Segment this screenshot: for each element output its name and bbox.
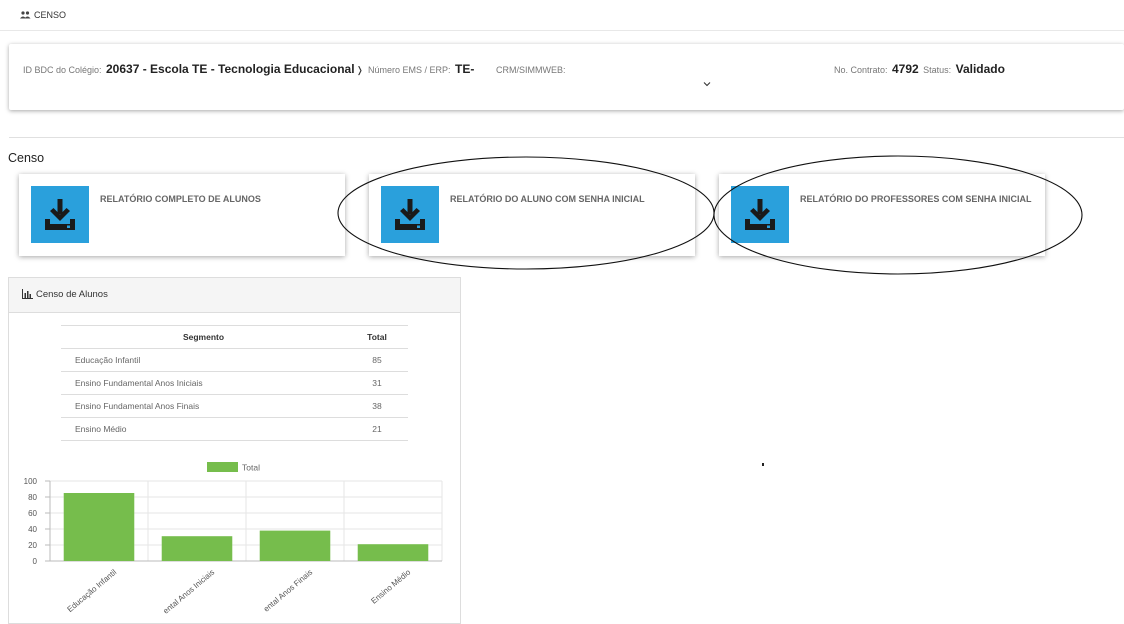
census-table: Segmento Total Educação Infantil 85 Ensi… (61, 325, 408, 441)
table-header-row: Segmento Total (61, 325, 408, 349)
table-cell-segment: Ensino Fundamental Anos Finais (61, 394, 346, 418)
ems-value: TE- (454, 62, 475, 76)
contract-value: 4792 (891, 62, 919, 76)
census-bar-chart: Total 0 20 40 60 80 100 Educação Infantil ental … (24, 462, 443, 616)
table-row: Ensino Fundamental Anos Iniciais 31 (61, 371, 408, 395)
table-cell-segment: Educação Infantil (61, 348, 346, 372)
x-tick-label: Educação Infantil (65, 567, 118, 613)
crm-label: CRM/SIMMWEB: (496, 65, 566, 75)
report-tile-label: RELATÓRIO DO PROFESSORES COM SENHA INICI… (800, 194, 1032, 204)
school-id: ID BDC do Colégio: 20637 - Escola TE - T… (23, 60, 355, 78)
table-cell-segment: Ensino Médio (61, 417, 346, 441)
report-tile-label: RELATÓRIO DO ALUNO COM SENHA INICIAL (450, 194, 645, 204)
download-icon[interactable] (731, 186, 789, 243)
contract-label: No. Contrato: (834, 65, 888, 75)
table-header-total: Total (346, 325, 408, 349)
table-cell-total: 85 (346, 348, 408, 372)
panel-title: Censo de Alunos (36, 289, 108, 300)
x-tick-label: ental Anos Finais (262, 568, 314, 614)
download-icon[interactable] (31, 186, 89, 243)
school-id-value: 20637 - Escola TE - Tecnologia Educacion… (106, 62, 355, 76)
table-cell-segment: Ensino Fundamental Anos Iniciais (61, 371, 346, 395)
users-icon (20, 11, 31, 19)
y-tick-label: 40 (28, 525, 37, 534)
report-tile-label: RELATÓRIO COMPLETO DE ALUNOS (100, 194, 261, 204)
ems-label: Número EMS / ERP: (368, 65, 451, 75)
status-label: Status: (923, 65, 952, 75)
bar (63, 493, 135, 561)
section-title: Censo (8, 151, 45, 165)
bar (357, 544, 429, 561)
top-bar: CENSO (0, 0, 1124, 31)
chevron-down-icon[interactable] (703, 80, 711, 88)
download-icon[interactable] (381, 186, 439, 243)
table-row: Ensino Médio 21 (61, 417, 408, 441)
table-header-segmento: Segmento (61, 325, 346, 349)
y-tick-label: 20 (28, 541, 37, 550)
y-tick-label: 80 (28, 493, 37, 502)
stray-mark (762, 463, 764, 466)
divider (9, 137, 1124, 138)
school-id-label: ID BDC do Colégio: (23, 65, 102, 75)
y-tick-label: 60 (28, 509, 37, 518)
x-tick-label: ental Anos Iniciais (161, 568, 216, 616)
status-value: Validado (955, 62, 1005, 76)
table-row: Educação Infantil 85 (61, 348, 408, 372)
report-tile-student-password[interactable]: RELATÓRIO DO ALUNO COM SENHA INICIAL (369, 174, 695, 256)
school-info-card: ID BDC do Colégio: 20637 - Escola TE - T… (9, 44, 1124, 110)
panel-header: Censo de Alunos (9, 278, 460, 313)
x-tick-label: Ensino Médio (369, 567, 412, 605)
ems-erp: ❭ Número EMS / ERP: TE- (356, 60, 474, 78)
contract: No. Contrato: 4792 Status: Validado (834, 60, 1005, 78)
census-panel: Censo de Alunos Segmento Total Educação … (8, 277, 461, 624)
legend-swatch (207, 462, 238, 472)
breadcrumb-label: CENSO (34, 10, 67, 20)
report-tile-complete-students[interactable]: RELATÓRIO COMPLETO DE ALUNOS (19, 174, 345, 256)
crm-simmweb: CRM/SIMMWEB: (496, 60, 566, 78)
report-tile-teacher-password[interactable]: RELATÓRIO DO PROFESSORES COM SENHA INICI… (719, 174, 1045, 256)
bar (161, 536, 233, 561)
table-cell-total: 38 (346, 394, 408, 418)
table-cell-total: 21 (346, 417, 408, 441)
breadcrumb[interactable]: CENSO (20, 10, 66, 20)
y-tick-label: 100 (24, 477, 38, 486)
legend-label: Total (242, 463, 260, 473)
bar-chart-icon (22, 289, 33, 299)
y-tick-label: 0 (33, 557, 38, 566)
chevron-right-icon: ❭ (356, 65, 364, 75)
table-row: Ensino Fundamental Anos Finais 38 (61, 394, 408, 418)
table-cell-total: 31 (346, 371, 408, 395)
bar (259, 530, 331, 561)
